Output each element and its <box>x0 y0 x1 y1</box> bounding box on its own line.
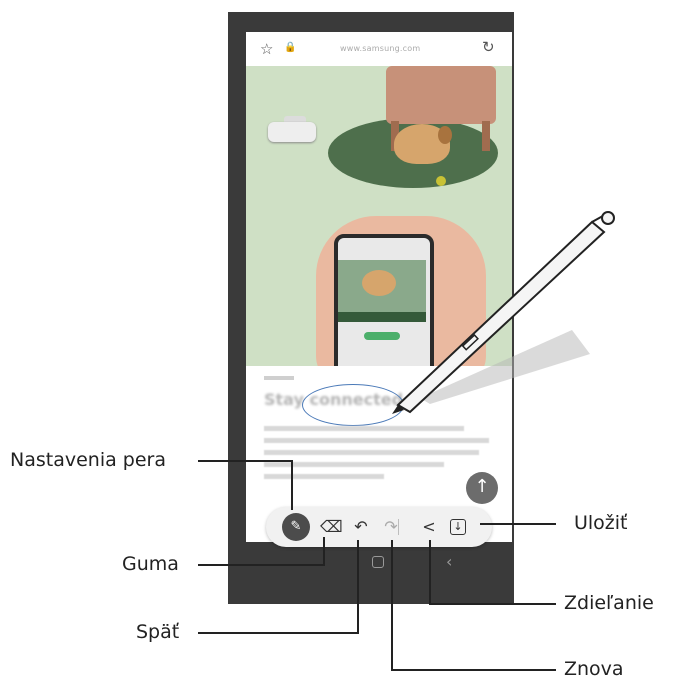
label-save: Uložiť <box>574 512 628 534</box>
s-pen <box>392 211 615 414</box>
label-pen-settings: Nastavenia pera <box>10 449 166 471</box>
callout-line-eraser <box>198 537 325 566</box>
label-share: Zdieľanie <box>564 592 654 614</box>
callout-line-share <box>429 540 556 605</box>
overlay-lines <box>198 211 615 671</box>
label-eraser: Guma <box>122 553 179 575</box>
label-undo: Späť <box>136 621 180 643</box>
callout-line-undo <box>198 540 359 634</box>
callout-line-pen <box>198 460 293 510</box>
label-redo: Znova <box>564 658 624 680</box>
